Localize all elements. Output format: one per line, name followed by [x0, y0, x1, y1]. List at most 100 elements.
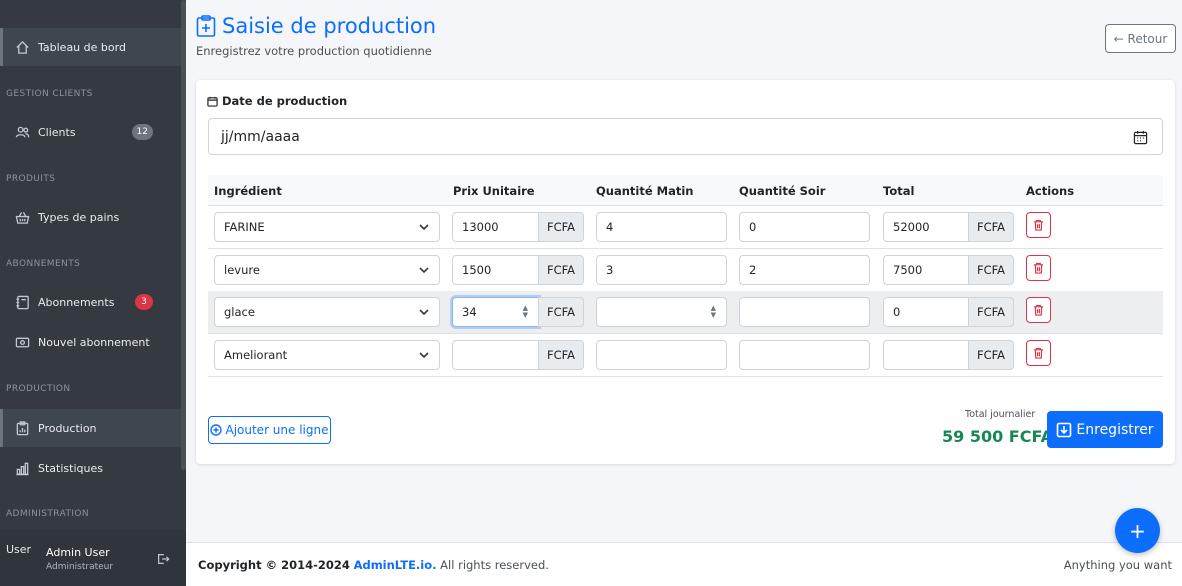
delete-row-button[interactable] — [1026, 212, 1051, 238]
soir-input[interactable] — [739, 340, 870, 370]
floating-add-button[interactable]: + — [1115, 508, 1160, 553]
delete-row-button[interactable] — [1026, 255, 1051, 281]
table-row: glace 34 ▲ ▼ FCFA ▲ ▼ 0 FCFA — [208, 291, 1163, 334]
prix-input[interactable]: 13000 — [452, 212, 539, 242]
sidebar-item-dashboard[interactable]: Tableau de bord — [0, 28, 181, 66]
soir-input[interactable] — [739, 297, 870, 327]
home-icon — [14, 39, 30, 55]
copyright: Copyright © 2014-2024 AdminLTE.io. All r… — [198, 558, 549, 572]
sidebar-item-label: Statistiques — [38, 461, 103, 475]
chevron-down-icon — [419, 352, 429, 359]
production-card: Date de production jj/mm/aaaa Ingrédient… — [196, 80, 1175, 464]
col-soir: Quantité Soir — [739, 184, 826, 198]
sidebar-item-label: Types de pains — [38, 210, 120, 224]
total-label: Total journalier — [965, 409, 1036, 420]
ingredient-select[interactable]: levure — [214, 255, 440, 285]
add-line-label: Ajouter une ligne — [225, 423, 329, 437]
logout-icon[interactable] — [156, 552, 170, 566]
matin-input[interactable]: 3 — [596, 255, 727, 285]
currency-addon: FCFA — [968, 340, 1014, 370]
sidebar-section-administration: ADMINISTRATION — [6, 509, 90, 519]
currency-addon: FCFA — [538, 297, 584, 327]
currency-addon: FCFA — [968, 212, 1014, 242]
ingredient-select[interactable]: FARINE — [214, 212, 440, 242]
date-label: Date de production — [207, 94, 347, 108]
sidebar-section-production: PRODUCTION — [6, 384, 71, 394]
ingredient-select[interactable]: Ameliorant — [214, 340, 440, 370]
user-name: Admin User — [46, 546, 110, 559]
soir-input[interactable]: 0 — [739, 212, 870, 242]
page-title-text: Saisie de production — [222, 14, 437, 38]
sidebar-scrollbar[interactable] — [181, 0, 186, 470]
add-line-button[interactable]: Ajouter une ligne — [208, 416, 331, 444]
col-prix: Prix Unitaire — [453, 184, 535, 198]
sidebar-item-statistiques[interactable]: Statistiques — [0, 449, 181, 487]
trash-icon — [1033, 262, 1044, 274]
table-row: Ameliorant FCFA FCFA — [208, 334, 1163, 377]
col-total: Total — [883, 184, 915, 198]
chevron-down-icon — [419, 224, 429, 231]
save-button[interactable]: Enregistrer — [1047, 411, 1163, 448]
currency-addon: FCFA — [538, 255, 584, 285]
download-icon — [1057, 422, 1072, 437]
sidebar-section-abonnements: ABONNEMENTS — [6, 259, 81, 269]
soir-input[interactable]: 2 — [739, 255, 870, 285]
trash-icon — [1033, 219, 1044, 231]
ticket-icon — [14, 334, 30, 350]
page-subtitle: Enregistrez votre production quotidienne — [196, 44, 432, 58]
avatar[interactable]: User — [6, 544, 31, 556]
sidebar-section-clients: GESTION CLIENTS — [6, 89, 93, 99]
total-input: 7500 — [883, 255, 969, 285]
table-row: FARINE 13000 FCFA 4 0 52000 FCFA — [208, 206, 1163, 249]
col-actions: Actions — [1026, 184, 1075, 198]
spinner-arrows-icon[interactable]: ▲ ▼ — [523, 305, 528, 319]
prix-input[interactable] — [452, 340, 539, 370]
sidebar-item-types-pains[interactable]: Types de pains — [0, 198, 181, 236]
back-button[interactable]: ← Retour — [1105, 24, 1176, 53]
prix-input[interactable]: 1500 — [452, 255, 539, 285]
total-input: 0 — [883, 297, 969, 327]
abonnements-count-badge: 3 — [135, 294, 153, 310]
sidebar-item-label: Production — [38, 421, 97, 435]
table-row: levure 1500 FCFA 3 2 7500 FCFA — [208, 249, 1163, 292]
date-field[interactable]: jj/mm/aaaa — [208, 118, 1163, 155]
total-input: 52000 — [883, 212, 969, 242]
col-matin: Quantité Matin — [596, 184, 694, 198]
sidebar-item-clients[interactable]: Clients 12 — [0, 113, 181, 151]
bar-chart-icon — [14, 460, 30, 476]
plus-circle-icon — [210, 424, 223, 436]
clipboard-data-icon — [14, 420, 30, 436]
trash-icon — [1033, 347, 1044, 359]
footer: Copyright © 2014-2024 AdminLTE.io. All r… — [186, 542, 1182, 586]
delete-row-button[interactable] — [1026, 340, 1051, 366]
spinner-arrows-icon[interactable]: ▲ ▼ — [711, 305, 716, 319]
sidebar-item-label: Clients — [38, 125, 76, 139]
sidebar-item-production[interactable]: Production — [0, 409, 181, 447]
sidebar-item-nouvel-abonnement[interactable]: Nouvel abonnement — [0, 323, 181, 361]
copyright-text: Copyright © 2014-2024 — [198, 558, 350, 572]
sidebar-item-label: Nouvel abonnement — [38, 335, 150, 349]
ingredient-select[interactable]: glace — [214, 297, 440, 327]
people-icon — [14, 124, 30, 140]
currency-addon: FCFA — [538, 212, 584, 242]
rights-text: All rights reserved. — [440, 558, 549, 572]
date-label-text: Date de production — [222, 94, 348, 108]
trash-icon — [1033, 304, 1044, 316]
col-ingredient: Ingrédient — [214, 184, 282, 198]
table-header: Ingrédient Prix Unitaire Quantité Matin … — [208, 175, 1163, 206]
save-label: Enregistrer — [1076, 421, 1154, 438]
delete-row-button[interactable] — [1026, 297, 1051, 323]
sidebar: Tableau de bord GESTION CLIENTS Clients … — [0, 0, 186, 586]
sidebar-item-abonnements[interactable]: Abonnements 3 — [0, 283, 181, 321]
matin-input[interactable]: 4 — [596, 212, 727, 242]
matin-input[interactable] — [596, 340, 727, 370]
user-panel: User Admin User Administrateur — [0, 530, 186, 586]
brand-link[interactable]: AdminLTE.io. — [354, 558, 437, 572]
calendar-icon[interactable] — [1133, 130, 1148, 145]
prix-input[interactable]: 34 ▲ ▼ — [452, 297, 539, 327]
currency-addon: FCFA — [968, 297, 1014, 327]
date-placeholder: jj/mm/aaaa — [221, 128, 300, 145]
matin-input[interactable]: ▲ ▼ — [596, 297, 727, 327]
currency-addon: FCFA — [968, 255, 1014, 285]
page-title: Saisie de production — [196, 14, 436, 38]
